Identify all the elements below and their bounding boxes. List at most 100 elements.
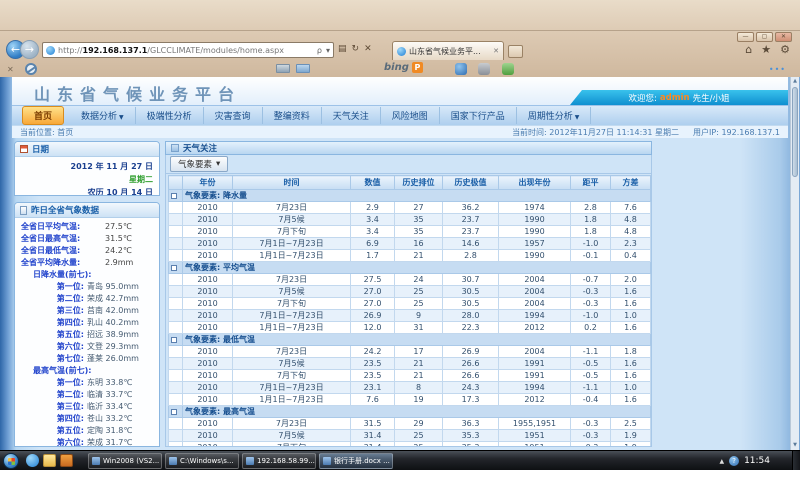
home-icon[interactable]: ⌂ [745,43,752,56]
table-cell: 1月1日~7月23日 [233,322,351,334]
table-cell: 31.4 [351,430,395,442]
taskbar-window-3[interactable]: 银行手册.docx ... [319,453,393,469]
rank-position: 第三位: [21,305,87,317]
start-button[interactable] [3,453,19,469]
table-cell: 2010 [183,250,233,262]
table-cell: 7月23日 [233,274,351,286]
camera-icon[interactable] [478,63,490,75]
taskbar-window-1[interactable]: C:\Windows\s... [165,453,239,469]
table-row[interactable]: 20107月5候31.42535.31951-0.31.9 [169,430,651,442]
row-check-cell [169,358,183,370]
tray-help-icon[interactable]: ? [729,456,739,466]
rank-line: 第二位:荣成 42.7mm [21,293,153,305]
bing-logo[interactable]: bing P [384,62,423,73]
window-top-edge [0,30,800,31]
browser-tab[interactable]: 山东省气候业务平... ✕ [392,41,504,60]
scrollbar-thumb[interactable] [792,87,798,177]
compatibility-icon[interactable]: ▤ [338,44,347,54]
nav-item-8[interactable]: 周期性分析▼ [517,107,592,124]
table-cell: 1.8 [611,346,651,358]
table-row[interactable]: 20107月下旬23.52126.61991-0.51.6 [169,370,651,382]
table-row[interactable]: 20101月1日~7月23日1.7212.81990-0.10.4 [169,250,651,262]
table-row[interactable]: 20107月1日~7月23日23.1824.31994-1.11.0 [169,382,651,394]
stat-line: 全省日最高气温:31.5℃ [21,233,153,245]
section-row[interactable]: 气象要素: 降水量 [169,190,651,202]
sharing-icon[interactable] [502,63,514,75]
table-row[interactable]: 20107月下旬3.43523.719901.84.8 [169,226,651,238]
clock[interactable]: 11:54 [744,456,770,466]
checkbox-icon[interactable] [171,409,177,415]
url-host: 192.168.137.1 [83,46,148,55]
table-cell: 29 [395,418,443,430]
favorites-star-icon[interactable]: ★ [761,43,771,56]
search-icon[interactable]: ρ [317,46,322,55]
section-row[interactable]: 气象要素: 平均气温 [169,262,651,274]
table-row[interactable]: 20107月5候27.02530.52004-0.31.6 [169,286,651,298]
user-ip: 用户IP: 192.168.137.1 [693,127,780,138]
table-row[interactable]: 20101月1日~7月23日7.61917.32012-0.41.6 [169,394,651,406]
table-row[interactable]: 20107月下旬27.02530.52004-0.31.6 [169,298,651,310]
scroll-down-icon[interactable]: ▼ [791,441,799,450]
taskbar-explorer-icon[interactable] [43,454,56,467]
taskbar-window-2[interactable]: 192.168.58.99... [242,453,316,469]
table-cell: 7.6 [611,202,651,214]
tools-gear-icon[interactable]: ⚙ [780,43,790,56]
table-row[interactable]: 20107月1日~7月23日26.9928.01994-1.01.0 [169,310,651,322]
table-cell: 1.7 [351,250,395,262]
checkbox-icon[interactable] [171,337,177,343]
nav-item-5[interactable]: 天气关注 [322,107,381,124]
blocked-circle-icon[interactable] [25,63,37,75]
nav-item-4[interactable]: 整编资料 [263,107,322,124]
rank-value: 荣成 31.7℃ [87,437,132,447]
table-row[interactable]: 20107月23日2.92736.219742.87.6 [169,202,651,214]
toolbar-close-icon[interactable]: ✕ [7,65,14,74]
vertical-scrollbar[interactable]: ▲ ▼ [790,77,799,450]
table-row[interactable]: 20107月23日31.52936.31955,1951-0.32.5 [169,418,651,430]
site-header: 山东省气候业务平台 欢迎您: admin 先生/小姐 [12,77,788,105]
url-dropdown-icon[interactable]: ▾ [326,46,330,55]
nav-item-6[interactable]: 风险地图 [381,107,440,124]
table-cell: 7月1日~7月23日 [233,382,351,394]
tray-chevron-icon[interactable]: ▲ [719,458,724,465]
taskbar-ie-icon[interactable] [26,454,39,467]
scroll-up-icon[interactable]: ▲ [791,77,799,86]
nav-item-7[interactable]: 国家下行产品 [440,107,517,124]
table-cell: 1994 [499,310,571,322]
nav-item-2[interactable]: 极端性分析 [136,107,204,124]
nav-item-0[interactable]: 首页 [22,106,64,125]
new-tab-button[interactable] [508,45,523,58]
section-row[interactable]: 气象要素: 最低气温 [169,334,651,346]
tab-close-icon[interactable]: ✕ [493,47,499,55]
stat-value: 31.5℃ [105,233,132,245]
table-row[interactable]: 20107月5候23.52126.61991-0.51.6 [169,358,651,370]
table-cell: 26.6 [443,358,499,370]
table-row[interactable]: 20107月23日27.52430.72004-0.72.0 [169,274,651,286]
refresh-icon[interactable]: ↻ [352,44,360,54]
table-cell: 24 [395,274,443,286]
checkbox-icon[interactable] [171,193,177,199]
element-select-button[interactable]: 气象要素 ▾ [170,156,228,172]
stop-icon[interactable]: ✕ [364,44,372,54]
table-row[interactable]: 20107月1日~7月23日6.91614.61957-1.02.3 [169,238,651,250]
table-cell: 2012 [499,394,571,406]
table-row[interactable]: 20107月23日24.21726.92004-1.11.8 [169,346,651,358]
show-desktop-button[interactable] [792,451,800,471]
table-cell: 23.7 [443,214,499,226]
toolbar-overflow-icon[interactable]: ••• [769,65,786,74]
table-cell: 26.9 [351,310,395,322]
taskbar-window-0[interactable]: Win2008 (VS2... [88,453,162,469]
nav-item-3[interactable]: 灾害查询 [204,107,263,124]
table-row[interactable]: 20101月1日~7月23日12.03122.320120.21.6 [169,322,651,334]
taskbar-media-icon[interactable] [60,454,73,467]
mail-icon[interactable] [296,64,310,73]
checkbox-icon[interactable] [171,265,177,271]
section-row[interactable]: 气象要素: 最高气温 [169,406,651,418]
table-header-row: 年份时间数值历史排位历史极值出现年份距平方差 [169,176,651,190]
table-row[interactable]: 20107月下旬31.42535.31951-0.31.9 [169,442,651,448]
messenger-icon[interactable] [455,63,467,75]
forward-button[interactable]: → [20,40,39,59]
cards-icon[interactable] [276,64,290,73]
nav-item-1[interactable]: 数据分析▼ [70,107,136,124]
table-row[interactable]: 20107月5候3.43523.719901.84.8 [169,214,651,226]
address-bar[interactable]: http://192.168.137.1/GLCCLIMATE/modules/… [42,42,334,58]
